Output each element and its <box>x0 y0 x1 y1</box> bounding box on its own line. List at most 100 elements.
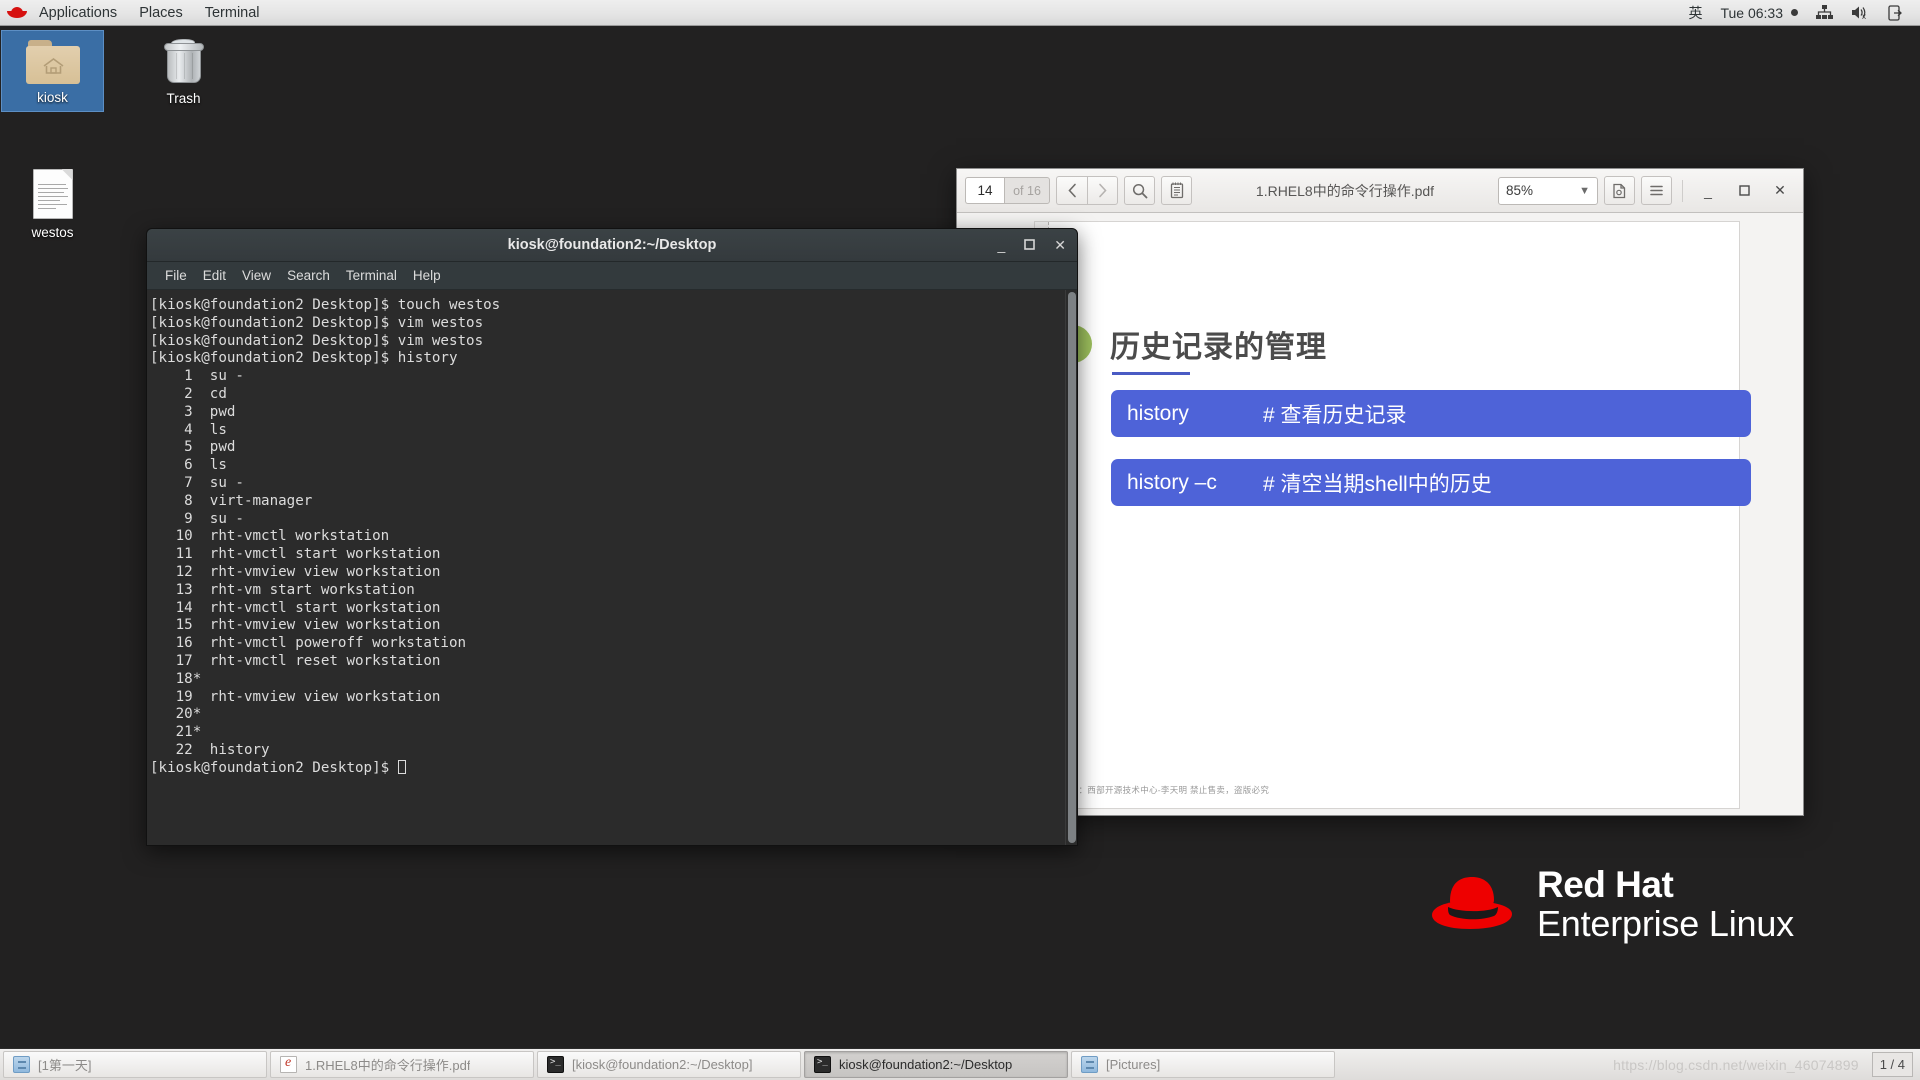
power-eject-icon[interactable] <box>1879 0 1912 25</box>
terminal-scrollbar-thumb[interactable] <box>1068 292 1076 843</box>
pdf-viewport[interactable]: 历史记录的管理 history # 查看历史记录 history –c # 清空… <box>957 213 1803 815</box>
pdf-minimize-button[interactable]: _ <box>1693 176 1723 206</box>
terminal-scrollbar[interactable] <box>1065 290 1077 845</box>
drawer-icon <box>13 1056 30 1073</box>
recording-indicator-icon <box>1791 9 1798 16</box>
search-icon[interactable] <box>1124 176 1155 205</box>
taskbar-item-1[interactable]: 1.RHEL8中的命令行操作.pdf <box>270 1051 534 1078</box>
desktop-icon-trash[interactable]: Trash <box>132 30 235 112</box>
terminal-menu-terminal-label: Terminal <box>345 268 397 283</box>
terminal-menu-help-label: Help <box>412 268 441 283</box>
house-glyph <box>43 58 63 74</box>
terminal-menu-file[interactable]: File <box>157 265 195 286</box>
chevron-left-glyph <box>1067 183 1076 198</box>
home-folder-icon <box>25 40 80 84</box>
terminal-line: 7 su - <box>150 474 244 491</box>
pdf-close-button[interactable]: ✕ <box>1765 176 1795 206</box>
top-panel-right: 英 Tue 06:33 x <box>1679 0 1920 25</box>
top-panel-left: Applications Places Terminal <box>0 0 271 25</box>
terminal-line: 22 history <box>150 741 270 758</box>
slide-title-text: 历史记录的管理 <box>1110 331 1327 364</box>
pdf-minimize-label: _ <box>1704 182 1712 199</box>
svg-text:x: x <box>1862 12 1866 20</box>
terminal-line: [kiosk@foundation2 Desktop]$ vim westos <box>150 332 484 349</box>
terminal-line: 20* <box>150 706 202 723</box>
workspace-indicator[interactable]: 1 / 4 <box>1871 1052 1913 1077</box>
network-glyph <box>1816 5 1833 19</box>
menu-places[interactable]: Places <box>128 0 194 25</box>
taskbar-item-0[interactable]: [1第一天] <box>3 1051 267 1078</box>
slide-command-2: history –c <box>1127 470 1217 494</box>
toolbar-separator <box>1682 179 1683 202</box>
desktop-icon-kiosk[interactable]: kiosk <box>1 30 104 112</box>
terminal-maximize-button[interactable] <box>1024 238 1036 252</box>
menu-places-label: Places <box>139 4 183 21</box>
redhat-logo-icon[interactable] <box>7 4 27 21</box>
notes-glyph <box>1170 182 1183 199</box>
menu-applications[interactable]: Applications <box>28 0 128 25</box>
terminal-line: 2 cd <box>150 385 227 402</box>
clock[interactable]: Tue 06:33 <box>1711 0 1807 25</box>
previous-page-icon[interactable] <box>1056 176 1087 205</box>
terminal-menu-view-label: View <box>242 268 272 283</box>
pdf-toolbar: of 16 <box>957 169 1803 213</box>
next-page-icon[interactable] <box>1087 176 1118 205</box>
menu-icon[interactable] <box>1641 176 1672 205</box>
terminal-menu-terminal[interactable]: Terminal <box>338 265 405 286</box>
terminal-line: [kiosk@foundation2 Desktop]$ touch westo… <box>150 297 501 313</box>
terminal-line: 18* <box>150 670 202 687</box>
slide-command-1: history <box>1127 401 1189 425</box>
pdf-maximize-button[interactable] <box>1729 176 1759 206</box>
desktop-icon-westos-label: westos <box>31 225 74 240</box>
terminal-close-label: ✕ <box>1054 237 1066 253</box>
terminal-line: 21* <box>150 724 202 741</box>
taskbar-item-3[interactable]: kiosk@foundation2:~/Desktop <box>804 1051 1068 1078</box>
desktop-icon-westos[interactable]: westos <box>1 160 104 246</box>
terminal-menu-view[interactable]: View <box>234 265 279 286</box>
input-method-indicator[interactable]: 英 <box>1679 0 1711 25</box>
terminal-line: 1 su - <box>150 368 244 385</box>
terminal-minimize-button[interactable]: _ <box>997 238 1005 252</box>
taskbar-item-4-label: [Pictures] <box>1106 1057 1161 1072</box>
print-preview-icon[interactable] <box>1604 176 1635 205</box>
top-panel: Applications Places Terminal 英 Tue 06:33 <box>0 0 1920 26</box>
slide-title: 历史记录的管理 <box>1110 322 1327 375</box>
terminal-line: [kiosk@foundation2 Desktop]$ history <box>150 350 458 367</box>
terminal-menu-help[interactable]: Help <box>405 265 449 286</box>
terminal-menubar: File Edit View Search Terminal Help <box>147 262 1077 290</box>
terminal-output[interactable]: [kiosk@foundation2 Desktop]$ touch westo… <box>147 290 1065 845</box>
annotations-icon[interactable] <box>1161 176 1192 205</box>
volume-muted-icon[interactable]: x <box>1842 0 1879 25</box>
taskbar-item-2[interactable]: [kiosk@foundation2:~/Desktop] <box>537 1051 801 1078</box>
menu-applications-label: Applications <box>39 4 118 21</box>
terminal-cursor <box>397 759 406 774</box>
slide-command-row-2: history –c # 清空当期shell中的历史 <box>1111 459 1751 506</box>
terminal-line: [kiosk@foundation2 Desktop]$ vim westos <box>150 314 484 331</box>
pdf-close-label: ✕ <box>1774 182 1786 198</box>
volume-glyph: x <box>1852 6 1866 20</box>
terminal-close-button[interactable]: ✕ <box>1054 238 1066 252</box>
network-icon[interactable] <box>1807 0 1842 25</box>
terminal-line: 19 rht-vmview view workstation <box>150 688 441 705</box>
terminal-line: 8 virt-manager <box>150 492 313 509</box>
terminal-menu-edit-label: Edit <box>202 268 227 283</box>
terminal-menu-search[interactable]: Search <box>279 265 338 286</box>
terminal-window-buttons: _ ✕ <box>997 238 1077 252</box>
terminal-title: kiosk@foundation2:~/Desktop <box>507 237 717 253</box>
workspace-indicator-label: 1 / 4 <box>1879 1057 1905 1072</box>
terminal-menu-search-label: Search <box>287 268 330 283</box>
terminal-menu-edit[interactable]: Edit <box>195 265 234 286</box>
menu-terminal[interactable]: Terminal <box>194 0 271 25</box>
page-number-input[interactable] <box>965 177 1004 204</box>
terminal-window: kiosk@foundation2:~/Desktop _ ✕ File Edi… <box>146 228 1078 846</box>
terminal-line: 9 su - <box>150 510 244 527</box>
page-selector: of 16 <box>965 177 1050 204</box>
terminal-body[interactable]: [kiosk@foundation2 Desktop]$ touch westo… <box>147 290 1077 845</box>
slide-command-row-1: history # 查看历史记录 <box>1111 390 1751 437</box>
zoom-select[interactable]: 85% ▼ <box>1498 176 1598 205</box>
terminal-line: 5 pwd <box>150 439 236 456</box>
terminal-titlebar[interactable]: kiosk@foundation2:~/Desktop _ ✕ <box>147 229 1077 262</box>
menu-terminal-label: Terminal <box>204 4 260 21</box>
taskbar-item-4[interactable]: [Pictures] <box>1071 1051 1335 1078</box>
input-method-label: 英 <box>1688 4 1703 21</box>
